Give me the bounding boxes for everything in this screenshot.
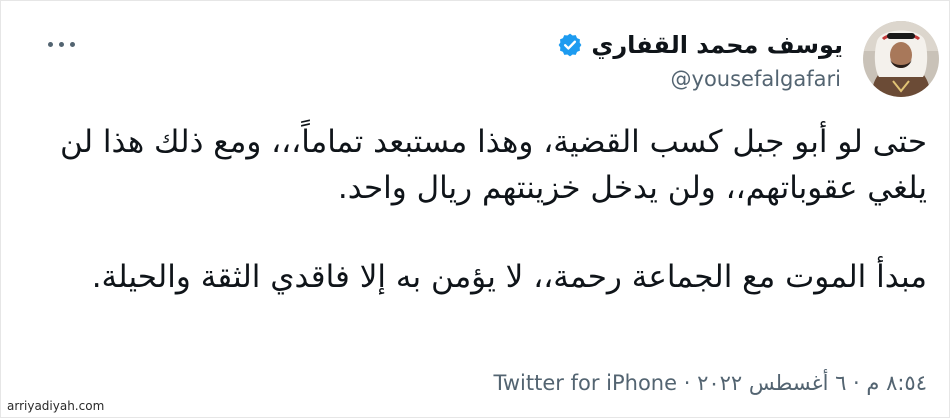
more-options-icon[interactable] (41, 31, 81, 57)
verified-badge-icon (558, 33, 582, 57)
tweet-paragraph: حتى لو أبو جبل كسب القضية، وهذا مستبعد ت… (60, 124, 927, 206)
tweet-card: يوسف محمد القفاري @yousefalgafari حتى لو… (0, 0, 950, 418)
author-name[interactable]: يوسف محمد القفاري (591, 29, 843, 61)
tweet-body: حتى لو أبو جبل كسب القضية، وهذا مستبعد ت… (21, 119, 927, 300)
dot (69, 41, 75, 47)
meta-separator: · (677, 371, 698, 395)
tweet-source[interactable]: Twitter for iPhone (494, 371, 678, 395)
tweet-paragraph: مبدأ الموت مع الجماعة رحمة،، لا يؤمن به … (91, 259, 927, 295)
watermark: arriyadiyah.com (7, 399, 105, 413)
dot (58, 41, 64, 47)
dot (47, 41, 53, 47)
author-handle[interactable]: @yousefalgafari (671, 67, 841, 91)
author-name-row: يوسف محمد القفاري (557, 29, 843, 61)
tweet-meta: ٨:٥٤ م · ٦ أغسطس ٢٠٢٢ · Twitter for iPho… (494, 371, 927, 395)
timestamp[interactable]: ٨:٥٤ م · ٦ أغسطس ٢٠٢٢ (697, 371, 927, 395)
avatar[interactable] (863, 21, 939, 97)
avatar-image (863, 21, 939, 97)
